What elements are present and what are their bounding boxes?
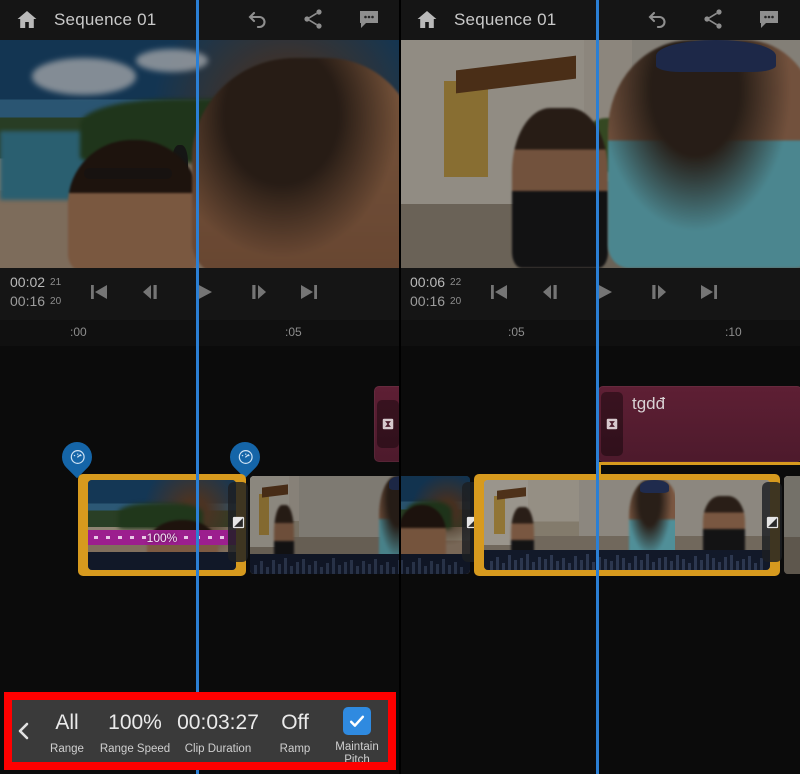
right-playback-controls	[485, 276, 725, 310]
left-current-time: 00:02	[10, 274, 45, 290]
left-total-time: 00:16	[10, 293, 45, 309]
left-panel: Sequence 01	[0, 0, 400, 774]
toolbar-item-clip-duration[interactable]: 00:03:27 Clip Duration	[172, 700, 264, 762]
right-panel: Sequence 01 00:0622 00	[400, 0, 800, 774]
left-toolbar-highlight: All Range 100% Range Speed 00:03:27 Clip…	[4, 692, 396, 770]
left-sequence-title: Sequence 01	[54, 10, 156, 30]
left-bottom-toolbar: All Range 100% Range Speed 00:03:27 Clip…	[12, 700, 388, 762]
checkbox-checked-icon[interactable]	[343, 707, 371, 735]
play-icon[interactable]	[190, 280, 220, 306]
toolbar-item-range-speed[interactable]: 100% Range Speed	[98, 700, 172, 762]
right-transport-bar: 00:06 22 00:16 20	[400, 268, 800, 320]
left-playback-controls	[85, 276, 325, 310]
timeline-clip[interactable]	[784, 476, 800, 574]
selected-timeline-clip[interactable]	[484, 480, 770, 570]
speed-band[interactable]: 100%	[88, 530, 236, 545]
undo-icon[interactable]	[644, 7, 674, 33]
step-back-icon[interactable]	[538, 280, 568, 306]
ramp-label: Ramp	[280, 743, 311, 756]
right-preview-dim	[400, 40, 800, 268]
step-back-icon[interactable]	[138, 280, 168, 306]
step-forward-icon[interactable]	[243, 280, 273, 306]
ruler-tick: :10	[725, 325, 742, 339]
left-top-bar: Sequence 01	[0, 0, 400, 40]
timeline-clip[interactable]	[400, 476, 470, 574]
undo-icon[interactable]	[244, 7, 274, 33]
step-forward-icon[interactable]	[643, 280, 673, 306]
speed-value-label: 100%	[147, 531, 178, 545]
left-playhead[interactable]	[196, 0, 199, 774]
title-clip[interactable]: tgdđ	[598, 386, 800, 462]
ruler-tick: :05	[285, 325, 302, 339]
timeline-clip[interactable]	[250, 476, 400, 574]
right-total-time: 00:16	[410, 293, 445, 309]
share-icon[interactable]	[700, 7, 730, 33]
right-current-frames: 22	[450, 277, 461, 288]
toolbar-item-range[interactable]: All Range	[36, 700, 98, 762]
left-total-frames: 20	[50, 296, 61, 307]
skip-to-start-icon[interactable]	[85, 280, 115, 306]
right-time-ruler[interactable]: :05 :10	[400, 320, 800, 346]
clip-trim-handle[interactable]	[762, 482, 782, 562]
skip-to-end-icon[interactable]	[695, 280, 725, 306]
clip-duration-label: Clip Duration	[185, 743, 251, 756]
ruler-tick: :05	[508, 325, 525, 339]
right-video-preview[interactable]	[400, 40, 800, 268]
play-icon[interactable]	[590, 280, 620, 306]
right-sequence-title: Sequence 01	[454, 10, 556, 30]
range-label: Range	[50, 743, 84, 756]
range-speed-label: Range Speed	[100, 743, 170, 756]
right-playhead[interactable]	[596, 0, 599, 774]
left-time-ruler[interactable]: :00 :05	[0, 320, 400, 346]
title-clip-selection-underline	[598, 462, 800, 465]
chevron-left-icon[interactable]	[12, 700, 36, 762]
text-clip-icon	[601, 392, 623, 456]
comment-icon[interactable]	[356, 7, 386, 33]
panel-divider	[399, 0, 401, 774]
clip-trim-handle[interactable]	[228, 482, 248, 562]
range-speed-value: 100%	[108, 707, 162, 737]
left-timecode[interactable]: 00:02 21 00:16 20	[10, 273, 61, 311]
left-transport-bar: 00:02 21 00:16 20	[0, 268, 400, 320]
speed-pin-icon[interactable]	[56, 436, 98, 478]
maintain-pitch-label: Maintain Pitch	[326, 741, 388, 762]
share-icon[interactable]	[300, 7, 330, 33]
title-clip-label: tgdđ	[632, 394, 665, 414]
text-clip-icon	[377, 400, 399, 448]
right-total-frames: 20	[450, 296, 461, 307]
right-top-bar: Sequence 01	[400, 0, 800, 40]
ramp-value: Off	[281, 707, 309, 737]
home-icon[interactable]	[414, 8, 440, 32]
skip-to-start-icon[interactable]	[485, 280, 515, 306]
toolbar-item-maintain-pitch[interactable]: Maintain Pitch	[326, 700, 388, 762]
right-current-time: 00:06	[410, 274, 445, 290]
title-clip-partial[interactable]	[374, 386, 400, 462]
speed-pin-icon[interactable]	[224, 436, 266, 478]
ruler-tick: :00	[70, 325, 87, 339]
right-timeline[interactable]: tgdđ	[400, 346, 800, 774]
left-video-preview[interactable]	[0, 40, 400, 268]
selected-timeline-clip[interactable]	[88, 480, 236, 570]
app-screen: Sequence 01	[0, 0, 800, 774]
comment-icon[interactable]	[756, 7, 786, 33]
skip-to-end-icon[interactable]	[295, 280, 325, 306]
right-timecode[interactable]: 00:06 22 00:16 20	[410, 273, 461, 311]
left-preview-dim	[0, 40, 400, 268]
clip-duration-value: 00:03:27	[177, 707, 259, 737]
range-value: All	[55, 707, 78, 737]
toolbar-item-ramp[interactable]: Off Ramp	[264, 700, 326, 762]
left-current-frames: 21	[50, 277, 61, 288]
home-icon[interactable]	[14, 8, 40, 32]
